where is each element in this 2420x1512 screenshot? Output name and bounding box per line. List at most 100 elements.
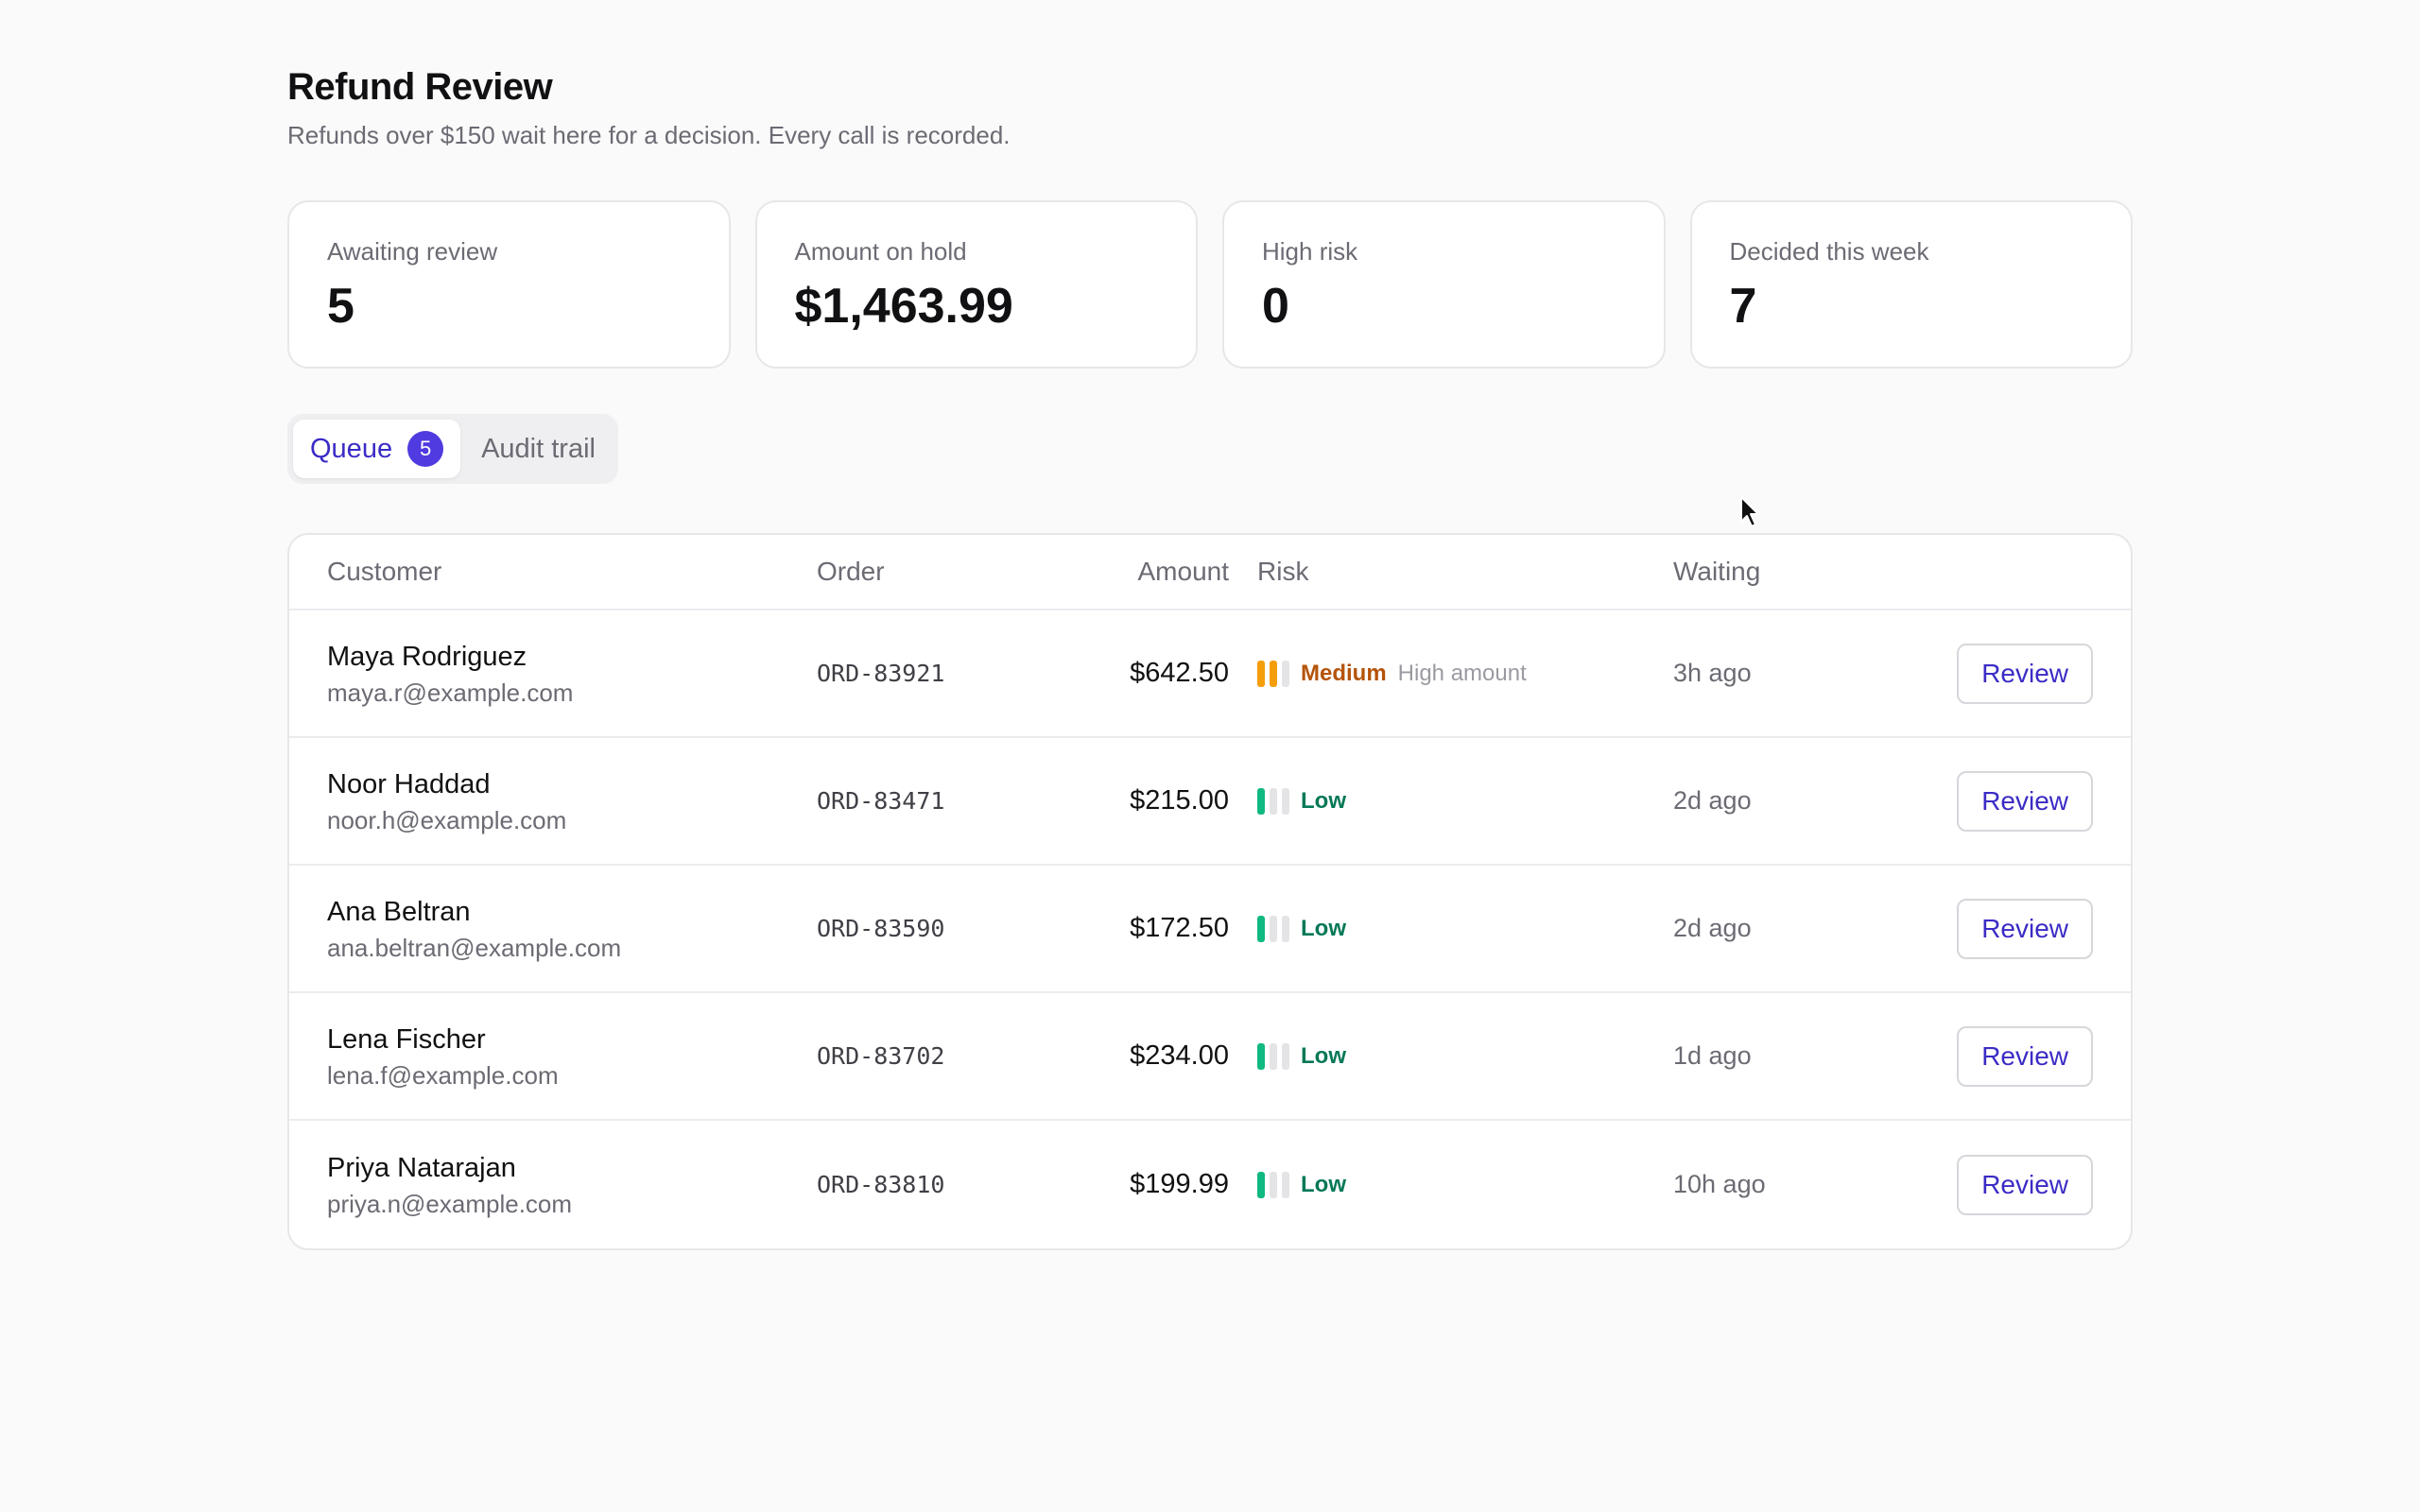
- risk-level: Low: [1301, 1171, 1346, 1197]
- customer-name: Lena Fischer: [327, 1023, 486, 1055]
- review-button[interactable]: Review: [1957, 643, 2093, 704]
- table-row: Priya Natarajan priya.n@example.com ORD-…: [289, 1121, 2131, 1248]
- risk-cell: Low: [1229, 915, 1673, 942]
- review-button[interactable]: Review: [1957, 770, 2093, 832]
- risk-cell: Low: [1229, 787, 1673, 815]
- view-tabs: Queue 5 Audit trail: [287, 414, 618, 484]
- mouse-cursor-icon: [1740, 496, 1759, 527]
- amount-cell: $642.50: [1097, 658, 1229, 689]
- order-cell: ORD-83810: [817, 1171, 1097, 1198]
- risk-bar: [1257, 1171, 1265, 1198]
- table-row: Ana Beltran ana.beltran@example.com ORD-…: [289, 866, 2131, 993]
- order-id: ORD-83590: [817, 915, 945, 942]
- column-header-risk: Risk: [1257, 557, 1309, 586]
- risk-bar: [1282, 787, 1289, 815]
- table-row: Lena Fischer lena.f@example.com ORD-8370…: [289, 993, 2131, 1121]
- action-cell: Review: [1919, 1154, 2131, 1215]
- table-header: Customer Order Amount Risk Waiting: [289, 535, 2131, 610]
- amount-cell: $199.99: [1097, 1169, 1229, 1200]
- risk-bar: [1270, 1171, 1277, 1198]
- risk-bar: [1282, 915, 1289, 942]
- customer-email: maya.r@example.com: [327, 678, 574, 707]
- customer-cell: Lena Fischer lena.f@example.com: [289, 1022, 817, 1091]
- risk-meter-icon: [1257, 1171, 1289, 1198]
- page-subtitle: Refunds over $150 wait here for a decisi…: [287, 121, 1011, 149]
- risk-cell: Low: [1229, 1042, 1673, 1070]
- risk-cell: Medium High amount: [1229, 660, 1673, 687]
- risk-meter-icon: [1257, 915, 1289, 942]
- amount-cell: $172.50: [1097, 913, 1229, 944]
- risk-cell: Low: [1229, 1171, 1673, 1198]
- tab-queue-label: Queue: [310, 433, 393, 464]
- risk-bar: [1282, 660, 1289, 687]
- risk-bar: [1257, 787, 1265, 815]
- risk-bar: [1282, 1042, 1289, 1070]
- stat-value: 7: [1729, 279, 1757, 334]
- refund-queue-table: Customer Order Amount Risk Waiting Maya …: [287, 533, 2133, 1250]
- page-title: Refund Review: [287, 66, 553, 108]
- customer-name: Priya Natarajan: [327, 1152, 516, 1183]
- risk-bar: [1270, 787, 1277, 815]
- action-cell: Review: [1919, 643, 2131, 704]
- customer-email: lena.f@example.com: [327, 1060, 559, 1090]
- risk-indicator: Low: [1257, 787, 1673, 815]
- review-button[interactable]: Review: [1957, 1025, 2093, 1087]
- customer-cell: Priya Natarajan priya.n@example.com: [289, 1150, 817, 1220]
- review-button[interactable]: Review: [1957, 1154, 2093, 1215]
- stat-card-high-risk: High risk 0: [1222, 200, 1666, 369]
- stat-label: Decided this week: [1729, 237, 1929, 266]
- stat-value: 0: [1262, 279, 1289, 334]
- amount-cell: $234.00: [1097, 1040, 1229, 1072]
- order-cell: ORD-83590: [817, 915, 1097, 942]
- waiting-cell: 2d ago: [1673, 914, 1919, 943]
- table-row: Noor Haddad noor.h@example.com ORD-83471…: [289, 738, 2131, 866]
- column-header-waiting: Waiting: [1673, 557, 1761, 586]
- stat-value: $1,463.99: [794, 279, 1013, 334]
- risk-indicator: Low: [1257, 1171, 1673, 1198]
- tab-queue[interactable]: Queue 5: [293, 420, 461, 478]
- waiting-cell: 1d ago: [1673, 1041, 1919, 1071]
- stat-label: High risk: [1262, 237, 1358, 266]
- risk-meter-icon: [1257, 660, 1289, 687]
- order-id: ORD-83921: [817, 660, 945, 687]
- risk-meter-icon: [1257, 1042, 1289, 1070]
- waiting-time: 1d ago: [1673, 1041, 1752, 1070]
- column-header-order: Order: [817, 557, 885, 586]
- table-body: Maya Rodriguez maya.r@example.com ORD-83…: [289, 610, 2131, 1248]
- customer-email: ana.beltran@example.com: [327, 933, 622, 962]
- risk-bar: [1257, 660, 1265, 687]
- waiting-time: 2d ago: [1673, 786, 1752, 815]
- risk-note: High amount: [1397, 660, 1527, 686]
- waiting-time: 3h ago: [1673, 659, 1752, 687]
- order-id: ORD-83471: [817, 787, 945, 815]
- customer-cell: Noor Haddad noor.h@example.com: [289, 766, 817, 836]
- stat-label: Amount on hold: [794, 237, 967, 266]
- customer-email: priya.n@example.com: [327, 1189, 573, 1218]
- customer-name: Noor Haddad: [327, 768, 491, 799]
- queue-count-badge: 5: [407, 431, 444, 467]
- order-cell: ORD-83471: [817, 787, 1097, 815]
- order-cell: ORD-83921: [817, 660, 1097, 687]
- customer-email: noor.h@example.com: [327, 805, 567, 834]
- amount-cell: $215.00: [1097, 785, 1229, 816]
- refund-amount: $172.50: [1130, 913, 1229, 943]
- review-button[interactable]: Review: [1957, 898, 2093, 959]
- stat-card-decided-this-week: Decided this week 7: [1689, 200, 2133, 369]
- order-id: ORD-83702: [817, 1042, 945, 1070]
- refund-review-page: Refund Review Refunds over $150 wait her…: [287, 64, 2133, 1250]
- tab-audit-trail-label: Audit trail: [481, 433, 596, 464]
- risk-indicator: Low: [1257, 915, 1673, 942]
- column-header-customer: Customer: [327, 557, 442, 586]
- waiting-cell: 2d ago: [1673, 786, 1919, 816]
- table-row: Maya Rodriguez maya.r@example.com ORD-83…: [289, 610, 2131, 738]
- waiting-time: 2d ago: [1673, 914, 1752, 942]
- order-id: ORD-83810: [817, 1171, 945, 1198]
- waiting-time: 10h ago: [1673, 1170, 1766, 1198]
- tab-audit-trail[interactable]: Audit trail: [464, 420, 613, 478]
- risk-bar: [1270, 915, 1277, 942]
- waiting-cell: 3h ago: [1673, 659, 1919, 688]
- risk-bar: [1257, 915, 1265, 942]
- refund-amount: $642.50: [1130, 658, 1229, 688]
- risk-bar: [1257, 1042, 1265, 1070]
- stat-label: Awaiting review: [327, 237, 498, 266]
